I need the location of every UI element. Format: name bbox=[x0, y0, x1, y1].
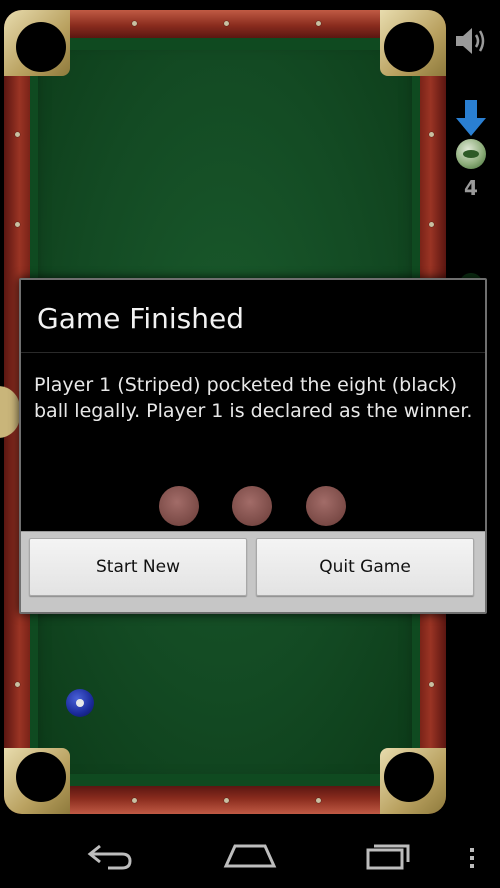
back-icon[interactable] bbox=[86, 838, 136, 872]
start-new-button[interactable]: Start New bbox=[29, 538, 247, 596]
dialog-button-bar: Start New Quit Game bbox=[21, 531, 485, 612]
recent-apps-icon[interactable] bbox=[364, 838, 416, 872]
balls-remaining-count: 4 bbox=[464, 176, 478, 200]
dot-icon bbox=[232, 486, 272, 526]
cushion-bottom bbox=[66, 774, 384, 786]
blue-ball[interactable] bbox=[66, 689, 94, 717]
rail-diamond bbox=[429, 132, 434, 137]
dialog-title: Game Finished bbox=[37, 302, 244, 335]
dialog-message: Player 1 (Striped) pocketed the eight (b… bbox=[34, 374, 473, 422]
game-finished-dialog: Game Finished Player 1 (Striped) pockete… bbox=[19, 278, 487, 614]
speaker-icon[interactable] bbox=[452, 22, 490, 60]
loading-dots bbox=[21, 486, 485, 526]
menu-icon[interactable] bbox=[466, 838, 478, 872]
rail-diamond bbox=[316, 21, 321, 26]
rail-diamond bbox=[316, 798, 321, 803]
rail-diamond bbox=[132, 21, 137, 26]
pocket-top-left bbox=[16, 22, 66, 72]
home-icon[interactable] bbox=[223, 838, 277, 872]
quit-game-button[interactable]: Quit Game bbox=[256, 538, 474, 596]
rail-diamond bbox=[15, 132, 20, 137]
ball-icon bbox=[456, 139, 486, 169]
pocket-top-right bbox=[384, 22, 434, 72]
dot-icon bbox=[159, 486, 199, 526]
rail-diamond bbox=[429, 682, 434, 687]
dialog-divider bbox=[21, 352, 485, 353]
down-arrow-icon bbox=[456, 100, 486, 136]
pocket-bottom-left bbox=[16, 752, 66, 802]
dot-icon bbox=[306, 486, 346, 526]
rail-diamond bbox=[224, 798, 229, 803]
rail-diamond bbox=[132, 798, 137, 803]
rail-diamond bbox=[224, 21, 229, 26]
pocket-bottom-right bbox=[384, 752, 434, 802]
cushion-top bbox=[66, 38, 384, 50]
rail-diamond bbox=[429, 222, 434, 227]
rail-diamond bbox=[15, 682, 20, 687]
system-nav-bar bbox=[0, 818, 500, 888]
rail-diamond bbox=[15, 222, 20, 227]
